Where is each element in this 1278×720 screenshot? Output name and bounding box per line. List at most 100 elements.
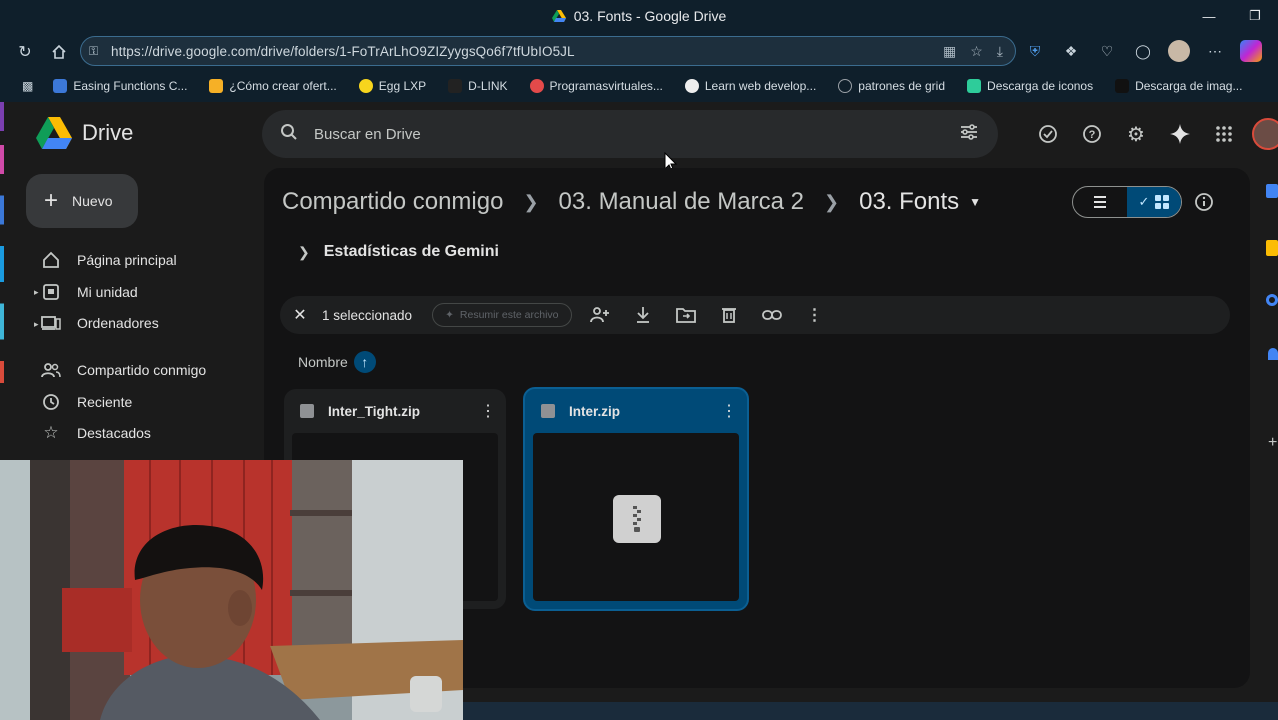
expand-caret-icon[interactable]: ▸	[34, 287, 39, 298]
copy-link-icon[interactable]	[760, 303, 784, 327]
favorite-star-icon[interactable]: ☆	[970, 43, 983, 60]
search-input[interactable]: Buscar en Drive	[314, 126, 421, 143]
expand-caret-icon[interactable]: ▸	[34, 319, 39, 330]
help-icon[interactable]: ?	[1080, 122, 1104, 146]
url-text[interactable]: https://drive.google.com/drive/folders/1…	[111, 44, 575, 59]
bookmark-item[interactable]: patrones de grid	[838, 79, 945, 93]
share-person-add-icon[interactable]	[588, 303, 612, 327]
drive-logo[interactable]: Drive	[36, 117, 133, 149]
grid-view-button[interactable]: ✓	[1127, 187, 1181, 217]
breadcrumb-current[interactable]: 03. Fonts	[859, 188, 959, 216]
bookmark-item[interactable]: Programasvirtuales...	[529, 79, 663, 93]
sort-label: Nombre	[298, 354, 348, 370]
list-view-icon[interactable]	[1073, 187, 1127, 217]
tasks-icon[interactable]	[1266, 294, 1278, 306]
bookmark-item[interactable]: D-LINK	[448, 79, 508, 93]
sidebar-item-label: Destacados	[77, 425, 151, 441]
search-bar[interactable]: Buscar en Drive	[262, 110, 998, 158]
bookmark-item[interactable]: Egg LXP	[358, 79, 426, 93]
summarize-file-button[interactable]: ✦ Resumir este archivo	[432, 303, 572, 327]
computers-icon	[40, 314, 62, 332]
search-icon[interactable]	[280, 123, 298, 146]
calendar-icon[interactable]	[1266, 184, 1278, 198]
sidebar-item-label: Reciente	[77, 394, 133, 410]
security-icon[interactable]: ◯	[1132, 40, 1154, 62]
more-vert-icon[interactable]: ⋮	[478, 401, 498, 421]
star-icon: ☆	[43, 423, 59, 442]
offline-ready-icon[interactable]	[1036, 122, 1060, 146]
breadcrumb-item[interactable]: 03. Manual de Marca 2	[559, 188, 804, 216]
trash-icon[interactable]	[717, 303, 741, 327]
site-info-icon[interactable]: ⚿	[89, 44, 111, 59]
more-vert-icon[interactable]: ⋮	[719, 401, 739, 421]
shared-icon	[40, 361, 62, 379]
chevron-right-icon: ❯	[824, 191, 840, 212]
more-options-icon[interactable]: ⋯	[1204, 40, 1226, 62]
bookmark-item[interactable]: Descarga de imag...	[1115, 79, 1242, 93]
arrow-up-icon[interactable]: ↑	[353, 351, 376, 373]
bookmark-item[interactable]: Easing Functions C...	[53, 79, 187, 93]
bookmark-favicon-icon	[358, 79, 373, 93]
selection-count: 1 seleccionado	[322, 307, 413, 323]
move-to-folder-icon[interactable]	[674, 303, 698, 327]
gemini-sparkle-icon[interactable]	[1168, 122, 1192, 146]
drive-logo-icon	[551, 10, 566, 22]
gemini-insights-toggle[interactable]: ❯ Estadísticas de Gemini	[298, 240, 499, 264]
keep-icon[interactable]	[1266, 240, 1278, 256]
bookmark-item[interactable]: ¿Cómo crear ofert...	[209, 79, 337, 93]
sidebar-item-starred[interactable]: ☆ Destacados	[40, 419, 151, 447]
add-addon-icon[interactable]: +	[1268, 434, 1277, 452]
my-drive-icon	[40, 283, 62, 301]
sidebar-item-computers[interactable]: Ordenadores	[40, 309, 159, 337]
bookmark-favicon-icon	[53, 79, 68, 93]
shield-extension-icon[interactable]: ⛨	[1024, 40, 1046, 62]
restore-icon[interactable]: ❐	[1232, 0, 1278, 32]
info-icon[interactable]	[1194, 192, 1214, 217]
view-toggle[interactable]: ✓	[1072, 186, 1182, 218]
new-button-label: Nuevo	[72, 193, 113, 209]
home-icon[interactable]	[48, 41, 70, 63]
more-actions-icon[interactable]: ⋮	[803, 303, 827, 327]
bookmarks-apps-icon[interactable]: ▩	[22, 79, 33, 93]
window-title-bar: 03. Fonts - Google Drive	[0, 0, 1278, 32]
download-icon[interactable]: ⤓	[997, 43, 1003, 60]
search-filters-icon[interactable]	[960, 123, 978, 145]
sidebar-item-recent[interactable]: Reciente	[40, 388, 132, 416]
download-icon[interactable]	[631, 303, 655, 327]
app-name: Drive	[82, 120, 134, 145]
chevron-right-icon: ❯	[523, 191, 539, 212]
new-button[interactable]: + Nuevo	[26, 174, 138, 228]
copilot-icon[interactable]	[1240, 40, 1262, 62]
extensions-icon[interactable]: ❖	[1060, 40, 1082, 62]
zip-file-icon	[300, 404, 314, 418]
chevron-right-icon: ❯	[298, 243, 310, 260]
sidebar-item-label: Página principal	[77, 252, 177, 268]
bookmark-item[interactable]: Learn web develop...	[684, 79, 816, 93]
sidebar-item-shared[interactable]: Compartido conmigo	[40, 356, 206, 384]
sidebar-item-my-drive[interactable]: Mi unidad	[40, 278, 138, 306]
folder-dropdown-icon[interactable]: ▼	[969, 195, 981, 209]
webcam-video-frame	[0, 460, 463, 720]
settings-gear-icon[interactable]: ⚙	[1124, 122, 1148, 146]
bookmark-favicon-icon	[838, 79, 853, 93]
app-grid-icon[interactable]: ▦	[943, 43, 956, 60]
profile-avatar-icon[interactable]	[1168, 40, 1190, 62]
file-card-selected[interactable]: Inter.zip ⋮	[523, 387, 749, 611]
sort-by-name[interactable]: Nombre ↑	[298, 351, 376, 373]
clear-selection-icon[interactable]: ✕	[290, 305, 310, 325]
contacts-icon[interactable]	[1268, 348, 1278, 360]
minimize-icon[interactable]: —	[1186, 0, 1232, 32]
bookmarks-bar: ▩ Easing Functions C... ¿Cómo crear ofer…	[0, 70, 1278, 102]
bookmark-item[interactable]: Descarga de iconos	[967, 79, 1093, 93]
breadcrumb-item[interactable]: Compartido conmigo	[282, 188, 503, 216]
account-avatar[interactable]	[1252, 118, 1278, 150]
sidebar-item-home[interactable]: Página principal	[40, 246, 177, 274]
address-bar[interactable]: ⚿ https://drive.google.com/drive/folders…	[80, 36, 1016, 66]
summarize-label: Resumir este archivo	[459, 309, 559, 321]
health-icon[interactable]: ♡	[1096, 40, 1118, 62]
browser-toolbar: ↻ ⚿ https://drive.google.com/drive/folde…	[0, 32, 1278, 70]
reload-icon[interactable]: ↻	[14, 41, 36, 63]
bookmark-favicon-icon	[967, 79, 982, 93]
apps-grid-icon[interactable]	[1212, 122, 1236, 146]
breadcrumb: Compartido conmigo ❯ 03. Manual de Marca…	[282, 186, 981, 218]
